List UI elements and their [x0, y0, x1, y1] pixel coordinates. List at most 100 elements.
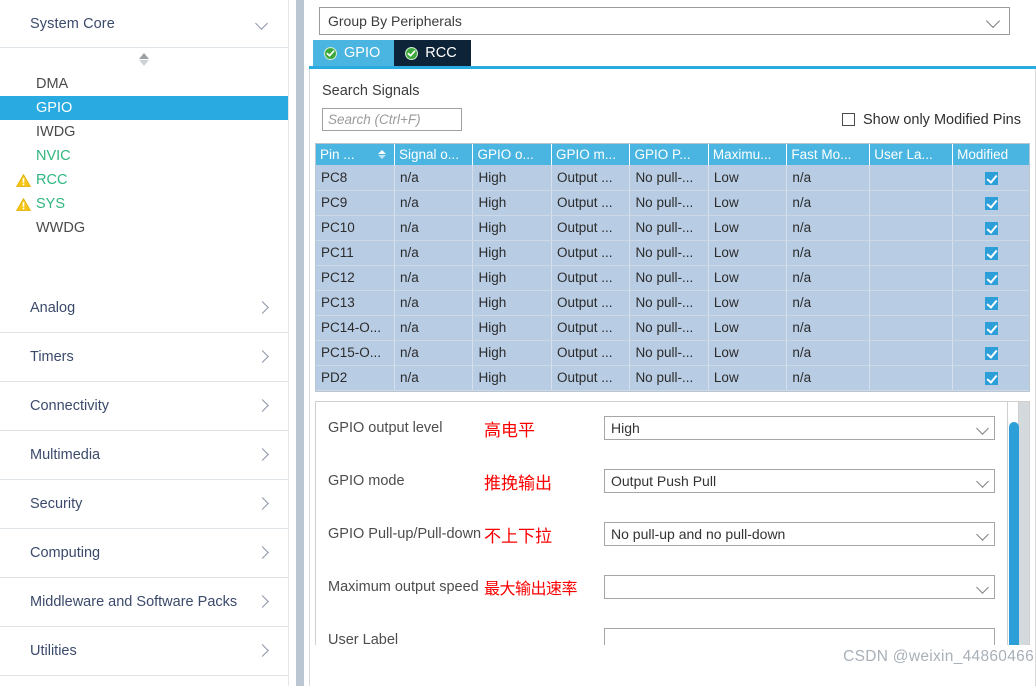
cell-max-speed: Low	[708, 165, 786, 190]
show-only-modified-pins-checkbox[interactable]: Show only Modified Pins	[842, 112, 1021, 128]
checked-checkbox-icon	[985, 297, 998, 310]
cell-pin: PC10	[316, 215, 394, 240]
sidebar-category-security[interactable]: Security	[0, 480, 288, 529]
cell-fast-mode: n/a	[787, 190, 870, 215]
sidebar-item-rcc[interactable]: RCC	[0, 168, 288, 192]
checked-checkbox-icon	[985, 172, 998, 185]
column-header-gpio-output-level[interactable]: GPIO o...	[473, 144, 551, 165]
table-row[interactable]: PC8 n/a High Output ... No pull-... Low …	[316, 165, 1029, 190]
gpio-pull-dropdown[interactable]: No pull-up and no pull-down	[604, 522, 995, 546]
cell-modified[interactable]	[953, 215, 1029, 240]
cell-pin: PC13	[316, 290, 394, 315]
search-signals-block: Search Signals Show only Modified Pins	[310, 69, 1035, 131]
sidebar-item-nvic[interactable]: NVIC	[0, 144, 288, 168]
search-input[interactable]	[322, 108, 462, 131]
sidebar-item-wwdg[interactable]: WWDG	[0, 216, 288, 240]
table-row[interactable]: PC12 n/a High Output ... No pull-... Low…	[316, 265, 1029, 290]
sidebar-item-sys[interactable]: SYS	[0, 192, 288, 216]
cell-pin: PC11	[316, 240, 394, 265]
sidebar-item-label: RCC	[36, 172, 67, 188]
user-label-input[interactable]	[604, 628, 995, 645]
sidebar-category-timers[interactable]: Timers	[0, 333, 288, 382]
column-header-fast-mode[interactable]: Fast Mo...	[787, 144, 870, 165]
sidebar-item-dma[interactable]: DMA	[0, 72, 288, 96]
form-scrollbar-thumb[interactable]	[1009, 422, 1019, 645]
chevron-down-icon	[254, 16, 270, 32]
cell-modified[interactable]	[953, 265, 1029, 290]
form-label: GPIO Pull-up/Pull-down	[328, 526, 484, 542]
sidebar-item-iwdg[interactable]: IWDG	[0, 120, 288, 144]
table-header-row: Pin ... Signal o... GPIO o... GPIO m... …	[316, 144, 1029, 165]
checked-checkbox-icon	[985, 222, 998, 235]
warning-triangle-icon	[16, 174, 31, 187]
sidebar-scroll-indicator[interactable]	[0, 48, 288, 70]
cell-fast-mode: n/a	[787, 265, 870, 290]
gpio-output-level-dropdown[interactable]: High	[604, 416, 995, 440]
cell-pull: No pull-...	[630, 340, 708, 365]
column-header-gpio-mode[interactable]: GPIO m...	[551, 144, 629, 165]
column-header-user-label[interactable]: User La...	[870, 144, 953, 165]
sidebar-category-label: System Core	[30, 16, 254, 32]
cell-pin: PC15-O...	[316, 340, 394, 365]
cell-pin: PC14-O...	[316, 315, 394, 340]
gpio-mode-dropdown[interactable]: Output Push Pull	[604, 469, 995, 493]
cell-pin: PD2	[316, 365, 394, 390]
sidebar-category-analog[interactable]: Analog	[0, 284, 288, 333]
scroll-up-down-icon	[139, 53, 149, 66]
table-row[interactable]: PC11 n/a High Output ... No pull-... Low…	[316, 240, 1029, 265]
peripheral-sidebar: System Core DMA GPIO IWDG NVIC	[0, 0, 289, 686]
sidebar-category-middleware-and-software-packs[interactable]: Middleware and Software Packs	[0, 578, 288, 627]
maximum-output-speed-dropdown[interactable]	[604, 575, 995, 599]
checkbox-box-icon	[842, 113, 855, 126]
cell-pull: No pull-...	[630, 315, 708, 340]
column-header-maximum-speed[interactable]: Maximu...	[708, 144, 786, 165]
cell-modified[interactable]	[953, 190, 1029, 215]
column-header-gpio-pull[interactable]: GPIO P...	[630, 144, 708, 165]
panel-scrollbar-track[interactable]	[1019, 402, 1029, 645]
table-row[interactable]: PC9 n/a High Output ... No pull-... Low …	[316, 190, 1029, 215]
table-row[interactable]: PC15-O... n/a High Output ... No pull-..…	[316, 340, 1029, 365]
cubemx-pinout-configuration-window: System Core DMA GPIO IWDG NVIC	[0, 0, 1036, 686]
column-header-pin[interactable]: Pin ...	[316, 144, 394, 165]
sidebar-category-multimedia[interactable]: Multimedia	[0, 431, 288, 480]
cell-fast-mode: n/a	[787, 165, 870, 190]
cell-modified[interactable]	[953, 165, 1029, 190]
checked-checkbox-icon	[985, 347, 998, 360]
cell-modified[interactable]	[953, 365, 1029, 390]
cell-fast-mode: n/a	[787, 315, 870, 340]
cell-modified[interactable]	[953, 315, 1029, 340]
table-row[interactable]: PC14-O... n/a High Output ... No pull-..…	[316, 315, 1029, 340]
sidebar-category-computing[interactable]: Computing	[0, 529, 288, 578]
cell-output-level: High	[473, 340, 551, 365]
table-row[interactable]: PC13 n/a High Output ... No pull-... Low…	[316, 290, 1029, 315]
group-by-dropdown[interactable]: Group By Peripherals	[319, 7, 1010, 35]
annotation-text: 高电平	[484, 416, 604, 441]
cell-modified[interactable]	[953, 240, 1029, 265]
cell-pull: No pull-...	[630, 215, 708, 240]
column-header-modified[interactable]: Modified	[953, 144, 1029, 165]
panel-splitter[interactable]	[289, 0, 309, 686]
sidebar-item-gpio[interactable]: GPIO	[0, 96, 288, 120]
column-header-signal-on-pin[interactable]: Signal o...	[394, 144, 472, 165]
cell-max-speed: Low	[708, 365, 786, 390]
form-label: Maximum output speed	[328, 579, 484, 595]
table-row[interactable]: PC10 n/a High Output ... No pull-... Low…	[316, 215, 1029, 240]
gpio-configuration-panel: Group By Peripherals GPIO RCC	[309, 0, 1036, 686]
checked-checkbox-icon	[985, 322, 998, 335]
cell-modified[interactable]	[953, 340, 1029, 365]
form-row-gpio-mode: GPIO mode 推挽输出 Output Push Pull	[316, 455, 1029, 508]
sidebar-category-connectivity[interactable]: Connectivity	[0, 382, 288, 431]
tab-rcc[interactable]: RCC	[394, 40, 470, 66]
cell-user-label	[870, 240, 953, 265]
table-row[interactable]: PD2 n/a High Output ... No pull-... Low …	[316, 365, 1029, 390]
cell-output-level: High	[473, 165, 551, 190]
cell-user-label	[870, 215, 953, 240]
sidebar-category-system-core[interactable]: System Core	[0, 0, 288, 48]
tab-gpio[interactable]: GPIO	[313, 40, 394, 66]
sidebar-item-label: IWDG	[36, 124, 75, 140]
form-row-maximum-output-speed: Maximum output speed 最大输出速率	[316, 561, 1029, 614]
sidebar-category-utilities[interactable]: Utilities	[0, 627, 288, 676]
sidebar-item-label: SYS	[36, 196, 65, 212]
form-scrollbar-track[interactable]	[1007, 402, 1019, 645]
cell-modified[interactable]	[953, 290, 1029, 315]
